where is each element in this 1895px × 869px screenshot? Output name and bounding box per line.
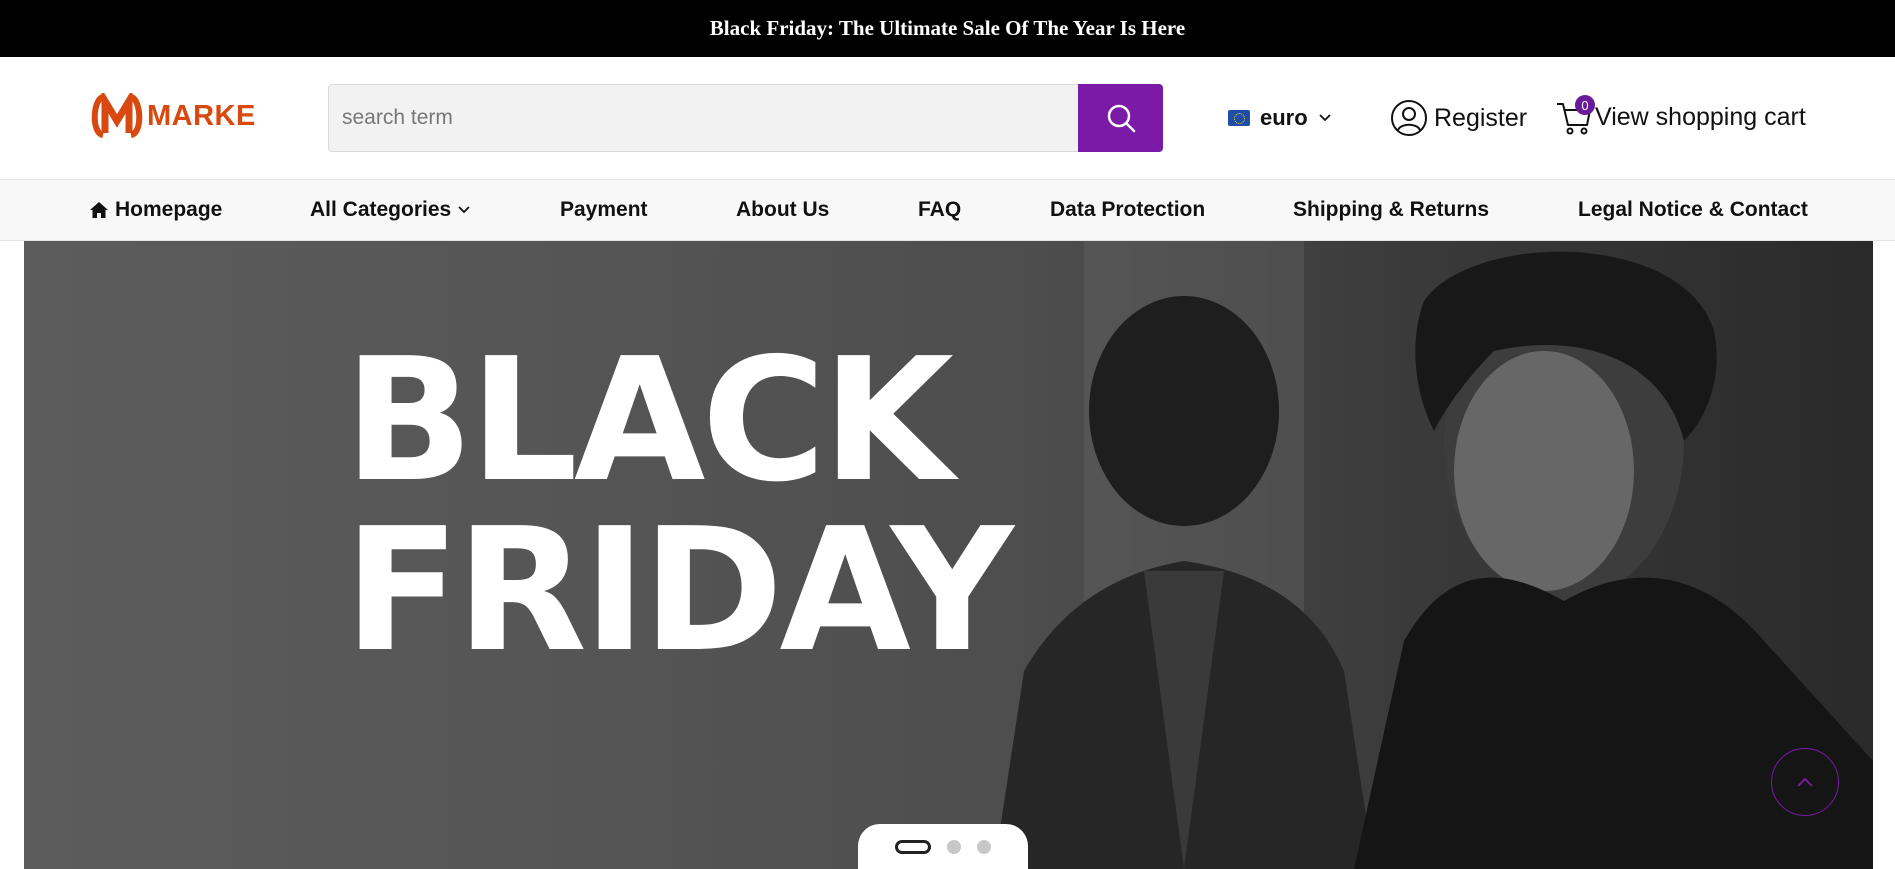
chevron-down-icon <box>458 206 470 214</box>
nav-item-label: All Categories <box>310 198 452 221</box>
main-nav: Homepage All Categories Payment About Us… <box>0 179 1895 241</box>
nav-item-label: Legal Notice & Contact <box>1578 198 1808 221</box>
nav-item-legal-notice-contact[interactable]: Legal Notice & Contact <box>1578 180 1808 240</box>
slider-dot[interactable] <box>947 839 961 854</box>
nav-item-payment[interactable]: Payment <box>560 180 648 240</box>
nav-item-label: Shipping & Returns <box>1293 198 1489 221</box>
announcement-bar: Black Friday: The Ultimate Sale Of The Y… <box>0 0 1895 57</box>
hero-banner[interactable]: BLACK FRIDAY <box>24 241 1873 869</box>
slider-dot[interactable] <box>977 839 991 854</box>
slider-dot-active[interactable] <box>895 839 931 854</box>
eu-flag-icon <box>1228 110 1250 126</box>
nav-item-label: Data Protection <box>1050 198 1206 221</box>
slider-pagination <box>858 824 1028 869</box>
nav-item-about-us[interactable]: About Us <box>736 180 829 240</box>
nav-item-label: Payment <box>560 198 648 221</box>
hero-headline-line1: BLACK <box>344 322 954 520</box>
hero-headline-line2: FRIDAY <box>344 492 1014 690</box>
search-icon <box>1107 104 1135 133</box>
register-label: Register <box>1434 103 1528 132</box>
hero-headline: BLACK FRIDAY <box>344 322 1014 690</box>
nav-item-label: Homepage <box>115 198 223 221</box>
cart-icon-wrap: 0 <box>1555 95 1595 139</box>
currency-label: euro <box>1260 105 1308 130</box>
cart-count-badge: 0 <box>1575 95 1595 115</box>
nav-item-label: About Us <box>736 198 830 221</box>
logo-mark-icon <box>91 93 143 138</box>
announcement-text: Black Friday: The Ultimate Sale Of The Y… <box>709 16 1186 40</box>
search-button[interactable] <box>1078 84 1163 152</box>
chevron-down-icon <box>1319 114 1331 122</box>
home-icon <box>90 202 108 218</box>
search-bar <box>328 84 1163 152</box>
nav-item-label: FAQ <box>918 198 962 221</box>
site-header: MARKE euro Register <box>0 57 1895 179</box>
nav-item-shipping-returns[interactable]: Shipping & Returns <box>1293 180 1489 240</box>
user-icon <box>1391 100 1427 136</box>
cart-link[interactable]: 0 View shopping cart <box>1555 95 1806 139</box>
nav-item-data-protection[interactable]: Data Protection <box>1050 180 1205 240</box>
nav-item-faq[interactable]: FAQ <box>918 180 961 240</box>
nav-item-all-categories[interactable]: All Categories <box>310 180 471 240</box>
chevron-up-icon <box>1797 777 1813 787</box>
nav-item-homepage[interactable]: Homepage <box>89 180 222 240</box>
logo[interactable]: MARKE <box>89 93 259 139</box>
search-input[interactable] <box>328 84 1078 152</box>
register-link[interactable]: Register <box>1390 98 1527 138</box>
currency-selector[interactable]: euro <box>1228 101 1332 135</box>
cart-label: View shopping cart <box>1595 102 1806 131</box>
back-to-top-button[interactable] <box>1771 748 1839 816</box>
logo-text: MARKE <box>147 99 256 132</box>
